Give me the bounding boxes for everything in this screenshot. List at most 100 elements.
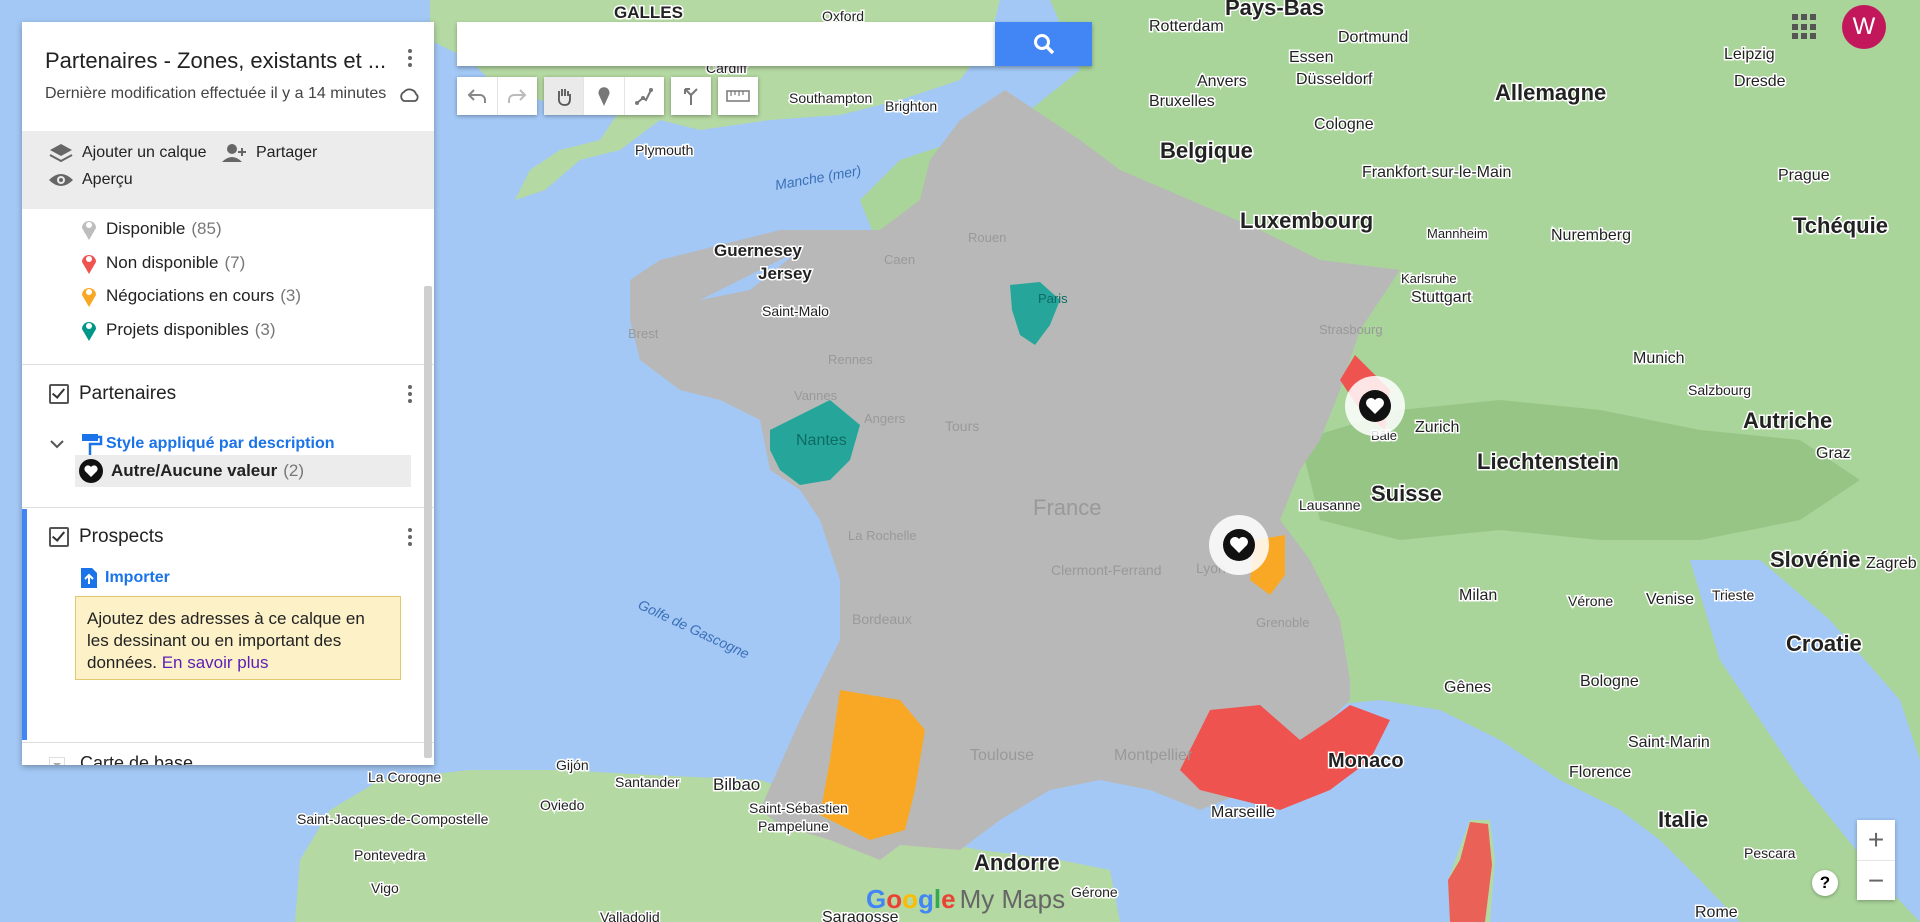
legend-label: Projets disponibles [106,320,249,339]
zoom-control: + − [1857,820,1895,900]
map-city-bilbao: Bilbao [713,775,760,794]
map-options-menu-icon[interactable] [398,46,422,70]
style-value-item[interactable]: Autre/Aucune valeur (2) [79,459,304,483]
map-city-saint-malo: Saint-Malo [762,303,829,319]
hand-tool-button[interactable] [544,77,585,115]
map-city-cologne: Cologne [1314,116,1374,133]
add-marker-button[interactable] [584,77,625,115]
measure-button[interactable] [718,77,758,115]
map-city-pontevedra: Pontevedra [354,847,426,863]
add-layer-button[interactable]: Ajouter un calque [48,142,207,164]
prospects-layer-menu-icon[interactable] [398,525,422,549]
chevron-down-icon[interactable] [49,438,65,450]
learn-more-link[interactable]: En savoir plus [162,653,269,672]
legend-count: (3) [280,286,301,305]
undo-icon [467,89,486,103]
map-city-nantes: Nantes [796,432,847,449]
legend-label: Négociations en cours [106,286,275,305]
red-pin-icon [82,255,96,274]
map-city-vannes: Vannes [794,388,838,403]
legend-item-disponible[interactable]: Disponible (85) [80,217,222,241]
map-label-andorre: Andorre [974,850,1060,875]
share-button[interactable]: Partager [220,142,317,164]
map-city-caen: Caen [884,252,915,267]
partenaires-layer-checkbox[interactable] [49,384,69,404]
preview-button[interactable]: Aperçu [48,170,133,190]
map-city-dortmund: Dortmund [1338,29,1408,46]
map-label-pays-bas: Pays-Bas [1225,0,1324,20]
redo-button[interactable] [498,77,538,115]
map-city-milan: Milan [1459,587,1497,604]
marker-icon [598,87,610,106]
base-map-expand-icon[interactable] [49,757,65,765]
eye-icon [49,174,73,186]
map-label-slovenie: Slovénie [1770,547,1860,572]
legend-count: (3) [254,320,276,339]
map-city-compostelle: Saint-Jacques-de-Compostelle [297,811,489,827]
map-city-gijon: Gijón [556,757,589,773]
search-icon [1033,34,1054,55]
account-avatar[interactable]: W [1842,5,1886,49]
prospects-layer-title[interactable]: Prospects [79,526,163,548]
map-city-dresde: Dresde [1734,73,1786,90]
selected-layer-indicator [22,509,27,740]
map-city-graz: Graz [1816,445,1851,462]
map-city-tours: Tours [945,418,979,434]
layers-panel: Partenaires - Zones, existants et ... De… [22,22,434,765]
redo-icon [508,89,527,103]
style-value-count: (2) [283,461,305,480]
panel-toolbar: Ajouter un calque Partager Aperçu [22,131,434,209]
zoom-out-button[interactable]: − [1857,861,1895,901]
base-map-title[interactable]: Carte de base [80,753,193,765]
orange-pin-icon [82,288,96,307]
map-label-belgique: Belgique [1160,138,1253,163]
heart-icon [79,459,103,483]
partner-marker-bale[interactable] [1345,376,1405,436]
directions-button[interactable] [671,77,711,115]
partenaires-layer-menu-icon[interactable] [398,382,422,406]
hand-icon [557,89,571,106]
apps-grid-icon[interactable] [1792,14,1818,40]
map-label-liechtenstein: Liechtenstein [1477,449,1619,474]
map-city-vigo: Vigo [371,880,399,896]
map-city-salzbourg: Salzbourg [1688,382,1751,398]
import-link[interactable]: Importer [79,567,170,589]
map-city-essen: Essen [1289,49,1333,66]
map-city-mannheim: Mannheim [1427,226,1488,241]
teal-pin-icon [82,322,96,341]
search-button[interactable] [995,22,1092,66]
share-label: Partager [256,144,318,161]
legend-label: Non disponible [106,253,219,272]
map-label-autriche: Autriche [1743,408,1832,433]
help-button[interactable]: ? [1812,870,1838,896]
map-city-rotterdam: Rotterdam [1149,18,1224,35]
history-toolbar [457,77,537,115]
legend-item-non-disponible[interactable]: Non disponible (7) [80,251,245,275]
map-title[interactable]: Partenaires - Zones, existants et ... [45,48,386,74]
style-by-description-link[interactable]: Style appliqué par description [79,431,335,457]
search-input[interactable] [457,22,995,66]
preview-label: Aperçu [82,171,133,188]
zoom-in-button[interactable]: + [1857,820,1895,861]
map-city-guernesey: Guernesey [714,241,802,260]
directions-icon [684,88,698,105]
map-city-karlsruhe: Karlsruhe [1401,271,1457,286]
map-city-clermont: Clermont-Ferrand [1051,562,1161,578]
layers-icon [49,144,73,163]
map-city-nuremberg: Nuremberg [1551,227,1631,244]
panel-scrollbar[interactable] [424,286,432,758]
map-label-croatie: Croatie [1786,631,1862,656]
partner-marker-lyon[interactable] [1209,515,1269,575]
map-city-brest: Brest [628,326,659,341]
draw-line-button[interactable] [625,77,664,115]
undo-button[interactable] [457,77,498,115]
map-city-plymouth: Plymouth [635,142,693,158]
map-city-zagreb: Zagreb [1866,555,1917,572]
map-city-lausanne: Lausanne [1299,497,1361,513]
map-city-santander: Santander [615,774,680,790]
legend-item-negociations[interactable]: Négociations en cours (3) [80,284,301,308]
legend-item-projets[interactable]: Projets disponibles (3) [80,318,275,342]
google-wordmark: Google [866,884,956,914]
prospects-layer-checkbox[interactable] [49,527,69,547]
partenaires-layer-title[interactable]: Partenaires [79,383,176,405]
